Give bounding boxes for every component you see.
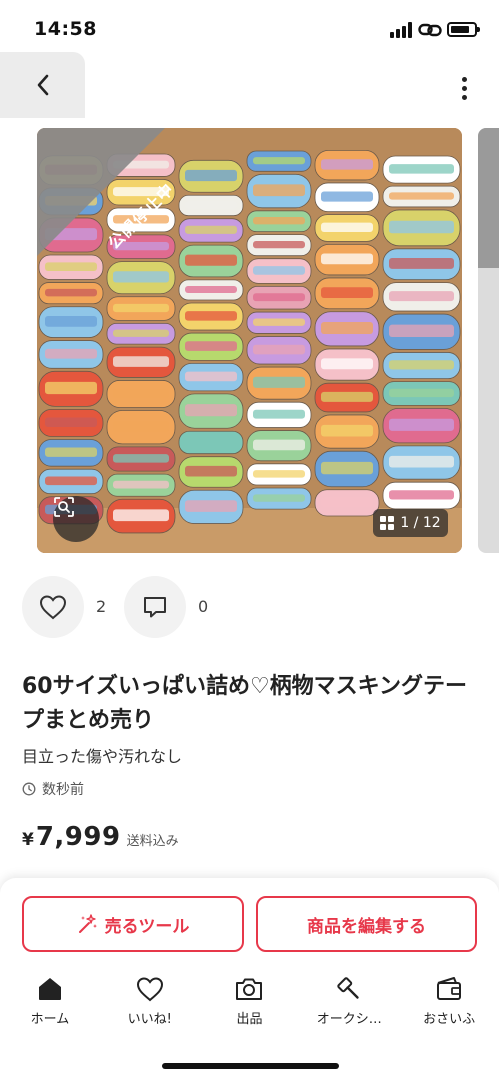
back-button[interactable]	[0, 52, 85, 118]
home-indicator	[162, 1063, 339, 1069]
masking-tape-photo	[37, 128, 462, 553]
photo-counter-label: 1 / 12	[400, 515, 441, 531]
photo-counter: 1 / 12	[373, 509, 448, 537]
camera-icon	[234, 974, 264, 1004]
tab-listing[interactable]: 出品	[200, 974, 300, 1034]
tab-auction-label: オークシ…	[316, 1012, 382, 1027]
link-icon	[418, 21, 442, 39]
grid-icon	[380, 516, 395, 530]
next-photo-preview[interactable]	[478, 128, 499, 553]
comment-button[interactable]	[124, 576, 186, 638]
edit-item-button[interactable]: 商品を編集する	[256, 896, 477, 952]
tab-wallet[interactable]: おさいふ	[399, 974, 499, 1034]
battery-icon	[447, 22, 480, 37]
price-currency: ¥	[22, 830, 34, 850]
clock-icon	[22, 782, 36, 796]
tab-listing-label: 出品	[236, 1012, 263, 1027]
status-time: 14:58	[34, 18, 97, 40]
tab-likes-label: いいね!	[127, 1012, 172, 1027]
posted-time: 数秒前	[22, 779, 84, 799]
chevron-left-icon	[37, 74, 48, 96]
wallet-icon	[434, 974, 464, 1004]
status-bar: 14:58	[0, 0, 499, 50]
heart-icon	[135, 974, 165, 1004]
product-photo[interactable]: 公開停止中 1 / 12	[37, 128, 462, 553]
tab-home[interactable]: ホーム	[0, 974, 100, 1034]
item-title: 60サイズいっぱい詰め♡柄物マスキングテープまとめ売り	[22, 674, 468, 733]
tab-wallet-label: おさいふ	[423, 1012, 476, 1027]
tab-likes[interactable]: いいね!	[100, 974, 200, 1034]
comment-count: 0	[198, 597, 209, 616]
edit-item-label: 商品を編集する	[307, 916, 426, 937]
tab-bar: ホーム いいね! 出品 オークシ… おさいふ	[0, 974, 499, 1034]
item-price: ¥ 7,999 送料込み	[22, 822, 179, 852]
heart-icon	[39, 595, 67, 620]
price-value: 7,999	[35, 822, 121, 852]
home-icon	[35, 974, 65, 1004]
like-button[interactable]	[22, 576, 84, 638]
sell-tool-button[interactable]: 売るツール	[22, 896, 244, 952]
like-count: 2	[96, 597, 107, 616]
item-condition: 目立った傷や汚れなし	[22, 747, 183, 766]
shipping-note: 送料込み	[126, 834, 179, 849]
cellular-signal-icon	[390, 22, 414, 38]
sparkle-wand-icon	[78, 914, 97, 933]
zoom-button[interactable]	[53, 496, 99, 542]
more-options-button[interactable]	[450, 70, 478, 106]
comment-icon	[144, 597, 166, 618]
scan-zoom-icon	[54, 497, 74, 517]
tab-home-label: ホーム	[30, 1012, 70, 1027]
bottom-panel: 売るツール 商品を編集する ホーム いいね! 出品 オークシ… おさいふ	[0, 878, 499, 1080]
sell-tool-label: 売るツール	[104, 916, 190, 937]
gavel-icon	[334, 974, 364, 1004]
posted-time-label: 数秒前	[42, 782, 84, 798]
tab-auction[interactable]: オークシ…	[299, 974, 399, 1034]
